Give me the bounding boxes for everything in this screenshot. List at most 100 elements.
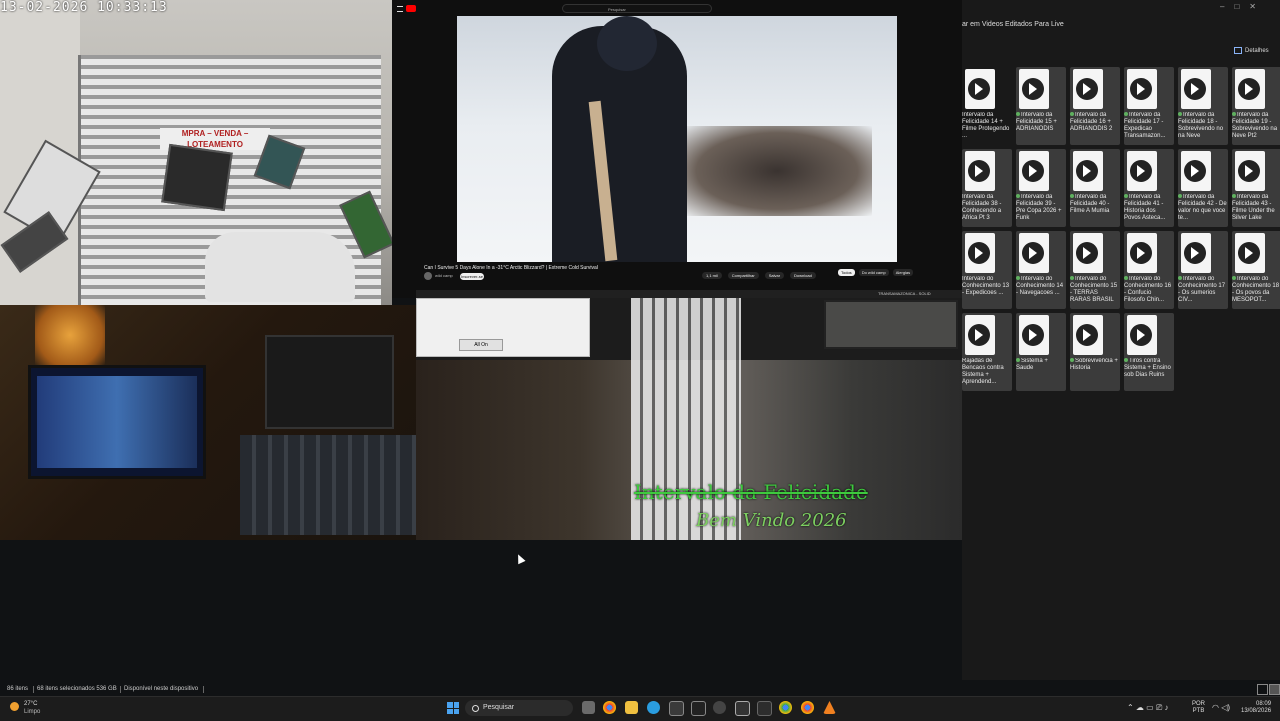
- file-item[interactable]: Intervalo do Conhecimento 14 - Navegacoe…: [1016, 231, 1066, 309]
- file-item[interactable]: Intervalo da Felicidade 17 - Expedicao T…: [1124, 67, 1174, 145]
- file-name: Intervalo da Felicidade 16 + ADRIANODIS …: [1070, 112, 1113, 132]
- file-item[interactable]: Intervalo da Felicidade 16 + ADRIANODIS …: [1070, 67, 1120, 145]
- play-icon: [1137, 83, 1145, 95]
- explorer-search-input[interactable]: ar em Videos Editados Para Live: [962, 21, 1280, 35]
- keyboard-layout: PTB: [1192, 708, 1205, 714]
- channel-avatar[interactable]: [424, 272, 432, 280]
- snow-pit: [682, 126, 872, 216]
- details-view-button[interactable]: [1257, 684, 1268, 695]
- sync-status-icon: [1124, 194, 1128, 198]
- share-button[interactable]: Compartilhar: [727, 272, 759, 279]
- chrome-icon[interactable]: [779, 701, 792, 714]
- file-explorer-icon[interactable]: [625, 701, 638, 714]
- play-icon: [1137, 165, 1145, 177]
- file-item[interactable]: Tiros contra Sistema + Ensino sob Dias R…: [1124, 313, 1174, 391]
- monitor: [28, 365, 206, 479]
- file-item[interactable]: Intervalo do Conhecimento 13 - Expedicoe…: [962, 231, 1012, 309]
- file-item[interactable]: Intervalo do Conhecimento 18 - Os povos …: [1232, 231, 1280, 309]
- channel-name[interactable]: wild camp: [435, 273, 453, 278]
- tab-label[interactable]: TRANSAMAZONICA - SOLID: [878, 291, 931, 296]
- youtube-logo-icon[interactable]: [406, 5, 416, 12]
- file-name: Intervalo da Felicidade 38 - Conhecendo …: [962, 194, 1002, 221]
- sync-status-icon: [1124, 276, 1128, 280]
- like-button[interactable]: 1,1 mil: [702, 272, 722, 279]
- network-volume-icons[interactable]: ◠ ◁): [1212, 703, 1230, 712]
- taskbar-search[interactable]: Pesquisar: [465, 700, 573, 716]
- file-item[interactable]: Intervalo do Conhecimento 17 - Os sumeri…: [1178, 231, 1228, 309]
- start-icon[interactable]: [447, 702, 459, 714]
- file-item[interactable]: Intervalo da Felicidade 43 - Filme Under…: [1232, 149, 1280, 227]
- file-item[interactable]: Intervalo da Felicidade 18 - Sobrevivend…: [1178, 67, 1228, 145]
- chip-channel[interactable]: Do wild camp: [858, 269, 889, 276]
- play-icon: [1137, 247, 1145, 259]
- browser-bar: TRANSAMAZONICA - SOLID: [416, 290, 962, 298]
- file-item[interactable]: Intervalo da Felicidade 39 - Pre Copa 20…: [1016, 149, 1066, 227]
- file-item[interactable]: Intervalo da Felicidade 40 - Filme A Mum…: [1070, 149, 1120, 227]
- file-item[interactable]: Intervalo da Felicidade 15 + ADRIANODIS: [1016, 67, 1066, 145]
- edge-icon[interactable]: [647, 701, 660, 714]
- system-tray[interactable]: ⌃ ☁ ▭ ⎚ ♪: [1127, 703, 1169, 713]
- store-icon[interactable]: [669, 701, 684, 716]
- save-button[interactable]: Salvar: [764, 272, 785, 279]
- play-icon: [1245, 165, 1253, 177]
- app-icon[interactable]: [735, 701, 750, 716]
- chip-related[interactable]: Alergias: [892, 269, 914, 276]
- divider: [120, 686, 121, 693]
- sync-status-icon: [1232, 194, 1236, 198]
- file-name: Sobrevivencia + Historia: [1070, 358, 1118, 371]
- sync-status-icon: [1070, 276, 1074, 280]
- file-name: Intervalo do Conhecimento 15 - TERRAS RA…: [1070, 276, 1118, 303]
- task-view-icon[interactable]: [582, 701, 595, 714]
- menu-icon[interactable]: [397, 6, 403, 12]
- file-item[interactable]: Intervalo da Felicidade 41 - Historia do…: [1124, 149, 1174, 227]
- room-camera-feed: [0, 305, 416, 540]
- lamp: [35, 305, 105, 365]
- file-item[interactable]: Intervalo da Felicidade 14 + Filme Prote…: [962, 67, 1012, 145]
- file-name: Rajadas de Bencaos contra Sistema + Apre…: [962, 358, 1004, 385]
- details-label: Detalhes: [1245, 48, 1269, 55]
- chrome-icon[interactable]: [801, 701, 814, 714]
- all-on-button[interactable]: All On: [459, 339, 503, 351]
- wall-tv: [824, 300, 958, 349]
- file-item[interactable]: Intervalo do Conhecimento 16 - Confucio …: [1124, 231, 1174, 309]
- window-controls[interactable]: –□✕: [1220, 2, 1266, 11]
- chip-all[interactable]: Todos: [838, 269, 855, 276]
- sync-status-icon: [1232, 276, 1236, 280]
- temperature: 27°C: [24, 701, 38, 707]
- file-item[interactable]: Intervalo do Conhecimento 15 - TERRAS RA…: [1070, 231, 1120, 309]
- app-icon[interactable]: [713, 701, 726, 714]
- app-icon[interactable]: [757, 701, 772, 716]
- overlay-title: Intervalo da Felicidade: [634, 480, 868, 504]
- chrome-icon[interactable]: [603, 701, 616, 714]
- subscribe-button[interactable]: Inscrever-se: [460, 273, 484, 280]
- weather-widget[interactable]: 27°C Limpo: [10, 700, 70, 716]
- details-button[interactable]: Detalhes: [1234, 47, 1269, 54]
- sync-status-icon: [1070, 112, 1074, 116]
- file-name: Sistema + Saude: [1016, 358, 1048, 371]
- play-icon: [975, 83, 983, 95]
- video-title[interactable]: Can I Survive 5 Days Alone In a -31°C Ar…: [424, 265, 598, 271]
- taskbar: [0, 696, 1280, 721]
- obs-icon[interactable]: [691, 701, 706, 716]
- play-icon: [1029, 165, 1037, 177]
- file-item[interactable]: Sobrevivencia + Historia: [1070, 313, 1120, 391]
- file-item[interactable]: Intervalo da Felicidade 42 - De valor no…: [1178, 149, 1228, 227]
- clock[interactable]: 08:09 13/08/2026: [1241, 701, 1271, 715]
- download-button[interactable]: Download: [790, 272, 816, 279]
- monitor: [265, 335, 394, 429]
- youtube-search-input[interactable]: Pesquisar: [562, 4, 712, 13]
- tiles-view-button[interactable]: [1269, 684, 1280, 695]
- file-item[interactable]: Sistema + Saude: [1016, 313, 1066, 391]
- language-code: POR: [1192, 701, 1206, 707]
- file-item[interactable]: Rajadas de Bencaos contra Sistema + Apre…: [962, 313, 1012, 391]
- sync-status-icon: [1016, 276, 1020, 280]
- language-indicator[interactable]: POR PTB: [1192, 701, 1205, 715]
- file-name: Intervalo do Conhecimento 14 - Navegacoe…: [1016, 276, 1064, 296]
- divider: [33, 686, 34, 693]
- video-player[interactable]: [457, 16, 897, 262]
- file-item[interactable]: Intervalo da Felicidade 38 - Conhecendo …: [962, 149, 1012, 227]
- file-name: Intervalo da Felicidade 17 - Expedicao T…: [1124, 112, 1166, 139]
- file-name: Intervalo da Felicidade 39 - Pre Copa 20…: [1016, 194, 1062, 221]
- video-actions: 1,1 mil Compartilhar Salvar Download: [702, 272, 816, 279]
- file-item[interactable]: Intervalo da Felicidade 19 - Sobrevivend…: [1232, 67, 1280, 145]
